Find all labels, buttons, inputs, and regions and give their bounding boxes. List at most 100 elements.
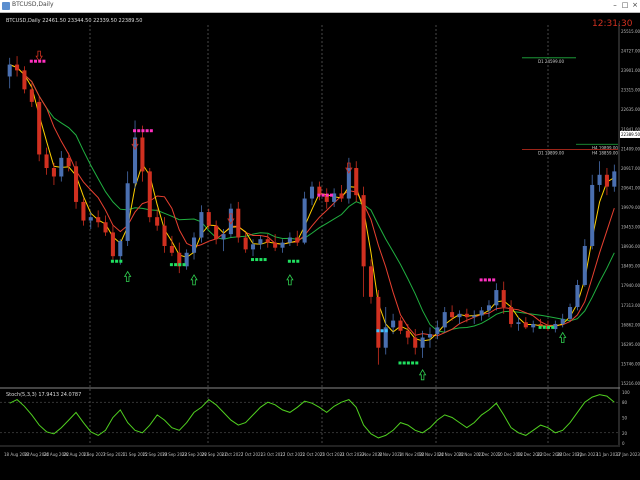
candle-body	[44, 154, 49, 169]
signal-dot	[551, 325, 555, 329]
chart-window-titlebar[interactable]: BTCUSD,Daily – □ ×	[0, 0, 640, 13]
signal-dot	[492, 278, 496, 282]
candle-body	[59, 157, 64, 177]
signal-dot	[169, 263, 173, 267]
candle-body	[280, 242, 285, 248]
chart-window-title: BTCUSD,Daily	[12, 1, 54, 8]
price-tick-label: 22635.00	[621, 107, 640, 112]
candle-body	[494, 290, 499, 306]
price-tick-label: 24727.00	[621, 49, 640, 54]
signal-dot	[259, 258, 263, 262]
signal-dot	[479, 278, 483, 282]
price-tick-label: 16862.00	[621, 322, 640, 327]
candle-body	[582, 245, 587, 285]
signal-dot	[115, 259, 119, 263]
signal-dot	[376, 329, 380, 333]
signal-dot	[141, 129, 145, 133]
stoch-tick-label: 20	[622, 431, 628, 436]
level-label: D1 19899.00	[538, 150, 564, 155]
current-price-text: 22389.50	[621, 132, 640, 137]
candle-body	[37, 101, 42, 155]
candle-body	[7, 64, 12, 77]
candle-body	[486, 305, 491, 311]
candle-body	[391, 320, 396, 328]
candle-body	[464, 313, 469, 318]
candle-body	[457, 313, 462, 318]
candle-body	[125, 183, 130, 241]
signal-dot	[42, 59, 46, 63]
signal-dot	[487, 278, 491, 282]
candle-body	[81, 201, 86, 221]
signal-dot	[483, 278, 487, 282]
candle-body	[88, 217, 93, 221]
signal-dot	[178, 263, 182, 267]
signal-dot	[317, 193, 321, 197]
signal-dot	[321, 193, 325, 197]
price-tick-label: 20917.00	[621, 166, 640, 171]
candle-body	[236, 208, 241, 238]
signal-dot	[133, 129, 137, 133]
candle[interactable]	[74, 161, 79, 209]
candle-body	[420, 337, 425, 348]
candle[interactable]	[302, 191, 307, 245]
candle[interactable]	[147, 168, 152, 223]
candle-body	[155, 217, 160, 226]
candle-body	[29, 89, 34, 102]
signal-dot	[149, 129, 153, 133]
price-tick-label: 19979.00	[621, 205, 640, 210]
candle[interactable]	[37, 96, 42, 162]
price-tick-label: 23315.00	[621, 88, 640, 93]
candle-body	[206, 212, 211, 226]
signal-dot	[29, 59, 33, 63]
signal-dot	[384, 329, 388, 333]
price-tick-label: 19453.00	[621, 225, 640, 230]
server-clock: 12:31:30	[592, 19, 633, 29]
signal-dot	[137, 129, 141, 133]
terminal-window: BTCUSD,Daily – □ × D1 24599.00 H4 19899.0…	[0, 0, 640, 480]
candle-body	[273, 242, 278, 248]
chart-area[interactable]: D1 24599.00H4 19899.00D1 19899.00 H4 1885…	[0, 13, 640, 480]
close-icon[interactable]: ×	[630, 1, 640, 9]
signal-dot	[411, 361, 415, 365]
candle-body	[405, 330, 410, 338]
candle-body	[531, 323, 536, 328]
minimize-icon[interactable]: –	[610, 1, 620, 9]
candle-body	[501, 290, 506, 308]
candle-body	[302, 198, 307, 243]
candle-body	[472, 315, 477, 318]
signal-dot	[182, 263, 186, 267]
candle-body	[427, 334, 433, 338]
candle-body	[221, 234, 226, 240]
candle-body	[147, 171, 152, 218]
candle-body	[250, 244, 256, 250]
candle-body	[110, 232, 115, 257]
candle-body	[612, 171, 617, 187]
candle-body	[376, 296, 381, 348]
candle[interactable]	[228, 203, 233, 238]
candle-body	[243, 237, 248, 250]
candle-body	[169, 245, 174, 253]
price-tick-label: 15746.00	[621, 361, 640, 366]
price-tick-label: 23901.00	[621, 68, 640, 73]
candle[interactable]	[22, 66, 27, 94]
candle-body	[604, 174, 609, 187]
time-tick-label: 17 Jan 2023	[616, 452, 640, 457]
candle-body	[295, 237, 300, 243]
price-tick-label: 18936.00	[621, 244, 640, 249]
chart-info-text: BTCUSD,Daily 22461.50 23344.50 22339.50 …	[6, 18, 142, 24]
candle-body	[398, 320, 403, 331]
candle[interactable]	[590, 174, 595, 250]
candle-body	[66, 157, 71, 167]
signal-dot	[145, 129, 149, 133]
candle-body	[509, 307, 514, 324]
candle-body	[74, 166, 79, 202]
candle-body	[523, 322, 528, 328]
candle-body	[538, 323, 543, 326]
signal-dot	[251, 258, 255, 262]
signal-dot	[110, 259, 114, 263]
maximize-icon[interactable]: □	[620, 1, 630, 9]
candle-body	[265, 239, 270, 243]
candle-body	[140, 137, 145, 172]
candle-body	[22, 70, 27, 90]
candle[interactable]	[582, 239, 587, 287]
